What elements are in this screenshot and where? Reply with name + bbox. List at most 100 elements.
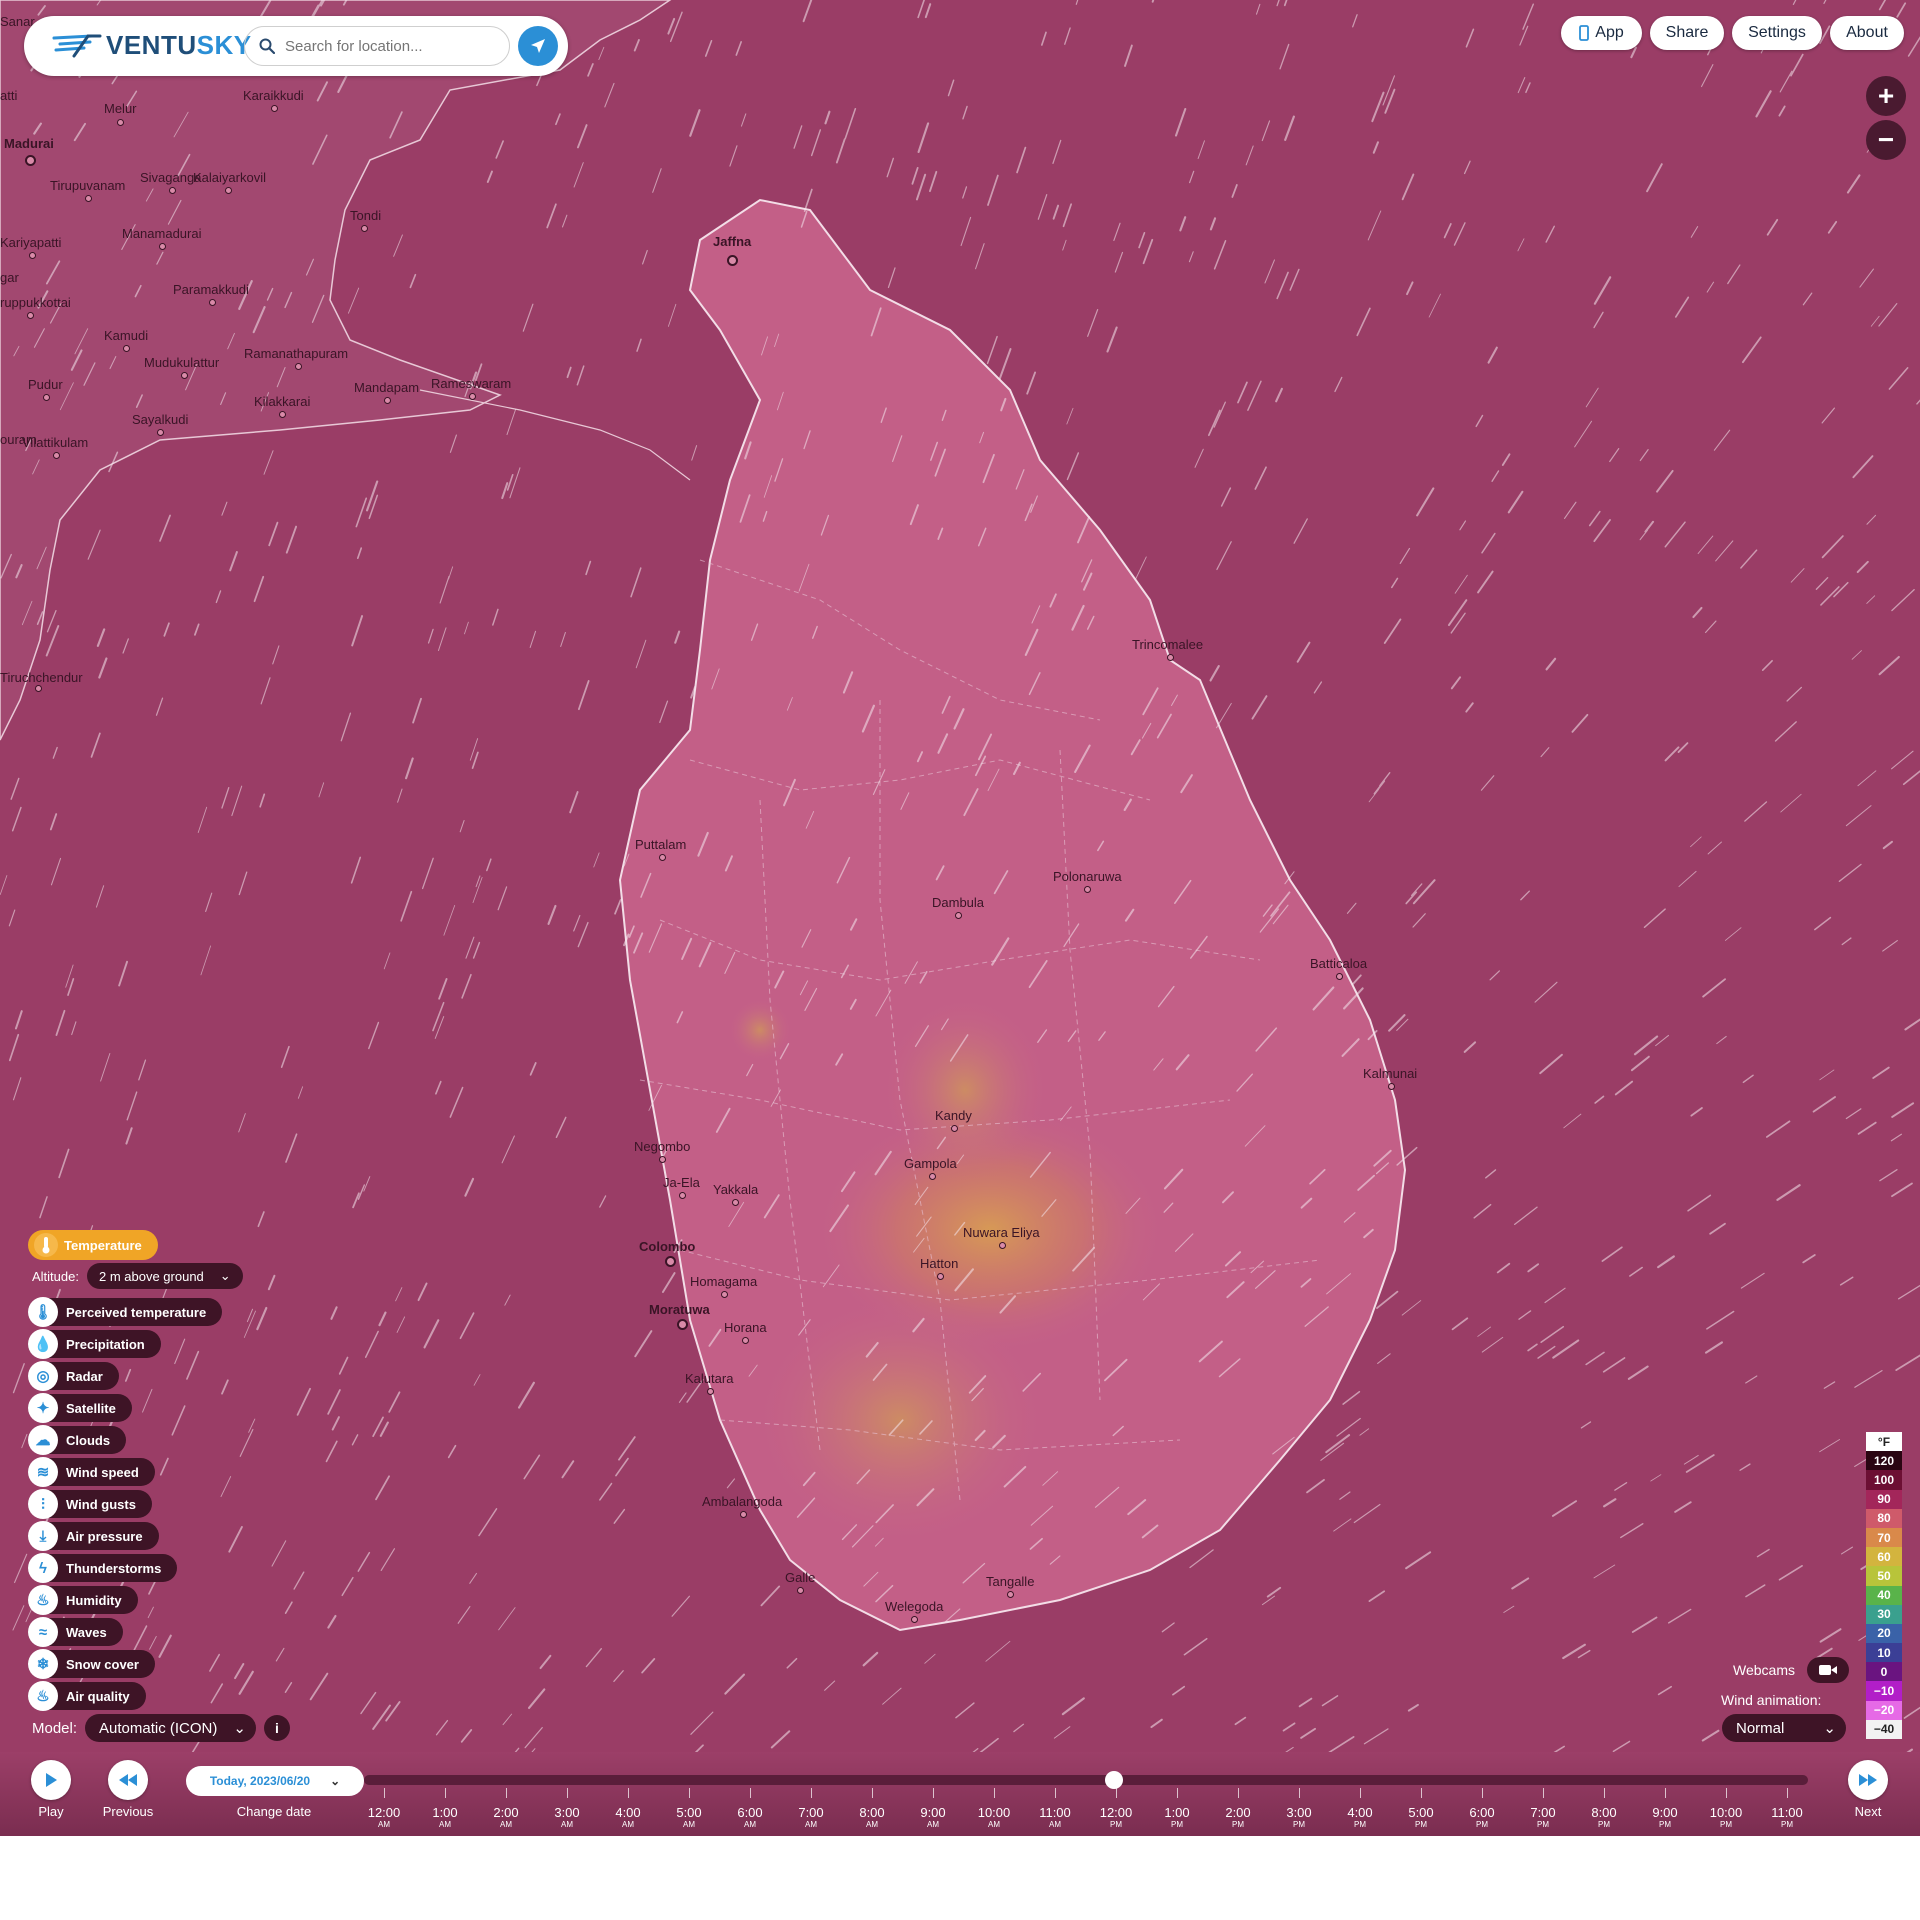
hour-label[interactable]: 4:00 PM	[1330, 1806, 1390, 1830]
hour-label[interactable]: 11:00 PM	[1757, 1806, 1817, 1830]
layer-perceived-temperature[interactable]: 🌡 Perceived temperature	[28, 1297, 223, 1327]
layer-satellite[interactable]: ✦ Satellite	[28, 1393, 132, 1423]
layer-temperature[interactable]: Temperature	[28, 1230, 158, 1260]
city-marker[interactable]	[955, 912, 962, 919]
search-input[interactable]	[283, 36, 497, 56]
layer-radar[interactable]: ◎ Radar	[28, 1361, 119, 1391]
locate-button[interactable]	[518, 26, 558, 66]
city-label[interactable]: Gampola	[904, 1156, 957, 1171]
city-label[interactable]: Jaffna	[713, 234, 751, 249]
city-label[interactable]: atti	[0, 88, 17, 103]
city-marker[interactable]	[384, 397, 391, 404]
wind-animation-select[interactable]: Normal ⌄	[1722, 1714, 1846, 1742]
city-marker[interactable]	[85, 195, 92, 202]
city-marker[interactable]	[53, 452, 60, 459]
city-label[interactable]: Kalmunai	[1363, 1066, 1417, 1081]
city-marker[interactable]	[27, 312, 34, 319]
city-label[interactable]: Trincomalee	[1132, 637, 1203, 652]
city-marker[interactable]	[29, 252, 36, 259]
share-button[interactable]: Share	[1650, 16, 1724, 50]
city-marker[interactable]	[295, 363, 302, 370]
city-label[interactable]: Madurai	[4, 136, 54, 151]
ventusky-logo[interactable]: VENTUSKY	[52, 30, 252, 61]
hour-label[interactable]: 5:00 PM	[1391, 1806, 1451, 1830]
city-marker[interactable]	[1167, 654, 1174, 661]
city-label[interactable]: Tirupuvanam	[50, 178, 125, 193]
city-marker[interactable]	[43, 394, 50, 401]
city-marker[interactable]	[271, 105, 278, 112]
hour-label[interactable]: 10:00 AM	[964, 1806, 1024, 1830]
city-label[interactable]: Ramanathapuram	[244, 346, 348, 361]
zoom-in-button[interactable]: +	[1866, 76, 1906, 116]
city-marker[interactable]	[169, 187, 176, 194]
city-label[interactable]: Manamadurai	[122, 226, 202, 241]
city-label[interactable]: Tiruchchendur	[0, 670, 83, 685]
city-label[interactable]: Kariyapatti	[0, 235, 61, 250]
city-marker[interactable]	[911, 1616, 918, 1623]
city-label[interactable]: Kandy	[935, 1108, 972, 1123]
city-label[interactable]: Colombo	[639, 1239, 695, 1254]
city-label[interactable]: Sayalkudi	[132, 412, 188, 427]
altitude-select[interactable]: 2 m above ground ⌄	[86, 1263, 243, 1289]
hour-label[interactable]: 1:00 AM	[415, 1806, 475, 1830]
layer-thunderstorms[interactable]: ϟ Thunderstorms	[28, 1553, 178, 1583]
city-marker[interactable]	[659, 1156, 666, 1163]
city-label[interactable]: Ja-Ela	[663, 1175, 700, 1190]
city-label[interactable]: Polonaruwa	[1053, 869, 1122, 884]
city-label[interactable]: ouram	[0, 432, 37, 447]
layer-wind-speed[interactable]: ≋ Wind speed	[28, 1457, 155, 1487]
city-marker[interactable]	[951, 1125, 958, 1132]
city-marker[interactable]	[929, 1173, 936, 1180]
search-box[interactable]	[244, 26, 510, 66]
city-label[interactable]: Pudur	[28, 377, 63, 392]
hour-label[interactable]: 4:00 AM	[598, 1806, 658, 1830]
hour-label[interactable]: 2:00 PM	[1208, 1806, 1268, 1830]
settings-button[interactable]: Settings	[1732, 16, 1822, 50]
city-marker[interactable]	[209, 299, 216, 306]
city-label[interactable]: Ambalangoda	[702, 1494, 782, 1509]
city-marker[interactable]	[159, 243, 166, 250]
city-label[interactable]: gar	[0, 270, 19, 285]
city-marker[interactable]	[469, 393, 476, 400]
hour-label[interactable]: 12:00 PM	[1086, 1806, 1146, 1830]
model-info-button[interactable]: i	[263, 1715, 290, 1741]
layer-precipitation[interactable]: 💧 Precipitation	[28, 1329, 161, 1359]
layer-air-pressure[interactable]: ⤓ Air pressure	[28, 1521, 159, 1551]
hour-label[interactable]: 5:00 AM	[659, 1806, 719, 1830]
city-marker[interactable]	[732, 1199, 739, 1206]
city-label[interactable]: Karaikkudi	[243, 88, 304, 103]
city-label[interactable]: Kalaiyarkovil	[193, 170, 266, 185]
hour-label[interactable]: 8:00 AM	[842, 1806, 902, 1830]
city-marker[interactable]	[797, 1587, 804, 1594]
layer-waves[interactable]: ≈ Waves	[28, 1617, 123, 1647]
next-button[interactable]	[1848, 1760, 1888, 1800]
city-marker[interactable]	[35, 685, 42, 692]
previous-button[interactable]	[108, 1760, 148, 1800]
city-label[interactable]: Hatton	[920, 1256, 958, 1271]
city-marker[interactable]	[1388, 1083, 1395, 1090]
city-marker[interactable]	[999, 1242, 1006, 1249]
hour-label[interactable]: 12:00 AM	[354, 1806, 414, 1830]
timeline-track[interactable]	[364, 1775, 1808, 1785]
layer-humidity[interactable]: ♨ Humidity	[28, 1585, 138, 1615]
date-select[interactable]: Today, 2023/06/20 ⌄	[186, 1766, 364, 1796]
city-marker[interactable]	[1084, 886, 1091, 893]
city-marker[interactable]	[25, 155, 36, 166]
hour-label[interactable]: 10:00 PM	[1696, 1806, 1756, 1830]
city-marker[interactable]	[1007, 1591, 1014, 1598]
temperature-legend[interactable]: °F 120 100 90 80 70 60 50 40 30 20 10 0 −10 −20 −40	[1866, 1432, 1902, 1739]
layer-air-quality[interactable]: ♨ Air quality	[28, 1681, 146, 1711]
city-label[interactable]: Melur	[104, 101, 137, 116]
city-label[interactable]: Galle	[785, 1570, 815, 1585]
city-label[interactable]: Yakkala	[713, 1182, 758, 1197]
weather-map[interactable]: Jaffna Trincomalee Puttalam Dambula Polonaru…	[0, 0, 1920, 1836]
city-label[interactable]: Homagama	[690, 1274, 757, 1289]
city-marker[interactable]	[707, 1388, 714, 1395]
city-label[interactable]: Tangalle	[986, 1574, 1034, 1589]
city-label[interactable]: Mudukulattur	[144, 355, 219, 370]
city-label[interactable]: Paramakkudi	[173, 282, 249, 297]
layer-clouds[interactable]: ☁ Clouds	[28, 1425, 127, 1455]
city-marker[interactable]	[937, 1273, 944, 1280]
city-label[interactable]: Horana	[724, 1320, 767, 1335]
city-marker[interactable]	[665, 1256, 676, 1267]
